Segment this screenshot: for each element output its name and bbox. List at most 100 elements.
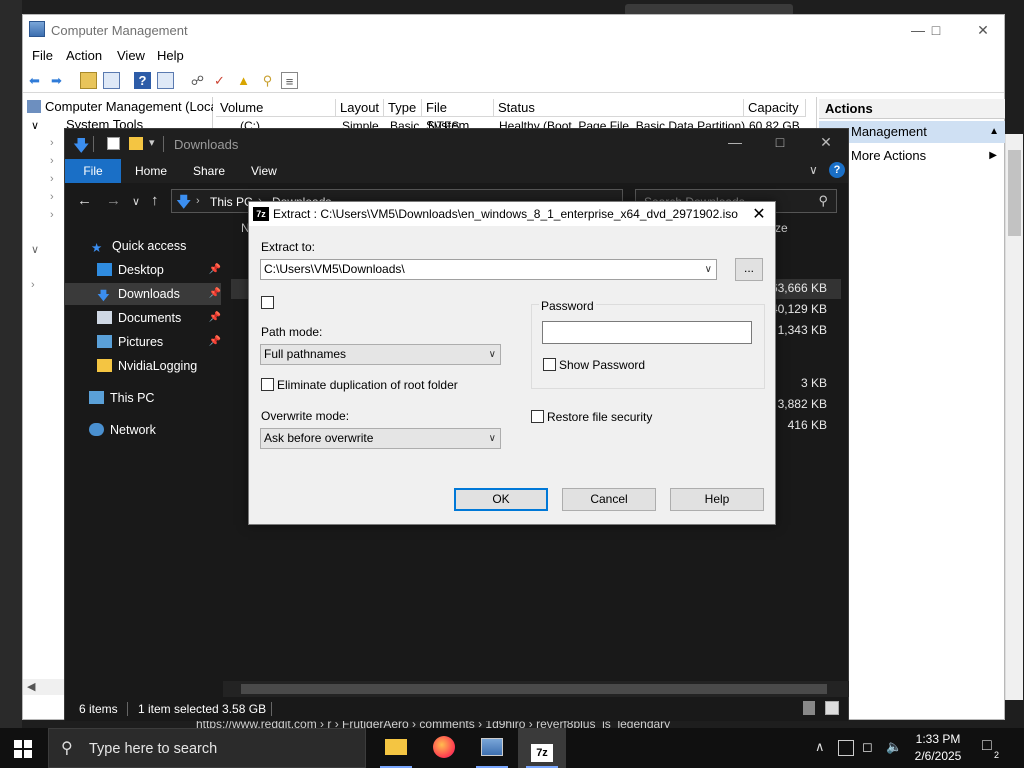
search-icon[interactable]: ⚲: [818, 193, 828, 209]
search-folder-icon[interactable]: ⚲: [259, 72, 276, 89]
menu-file[interactable]: File: [32, 48, 53, 63]
overwrite-mode-select[interactable]: Ask before overwrite ∨: [260, 428, 501, 449]
tree-chevron-icon[interactable]: ›: [31, 279, 35, 291]
help-icon[interactable]: ?: [829, 162, 845, 178]
expand-ribbon-icon[interactable]: ∨: [809, 163, 818, 177]
help-icon[interactable]: ?: [134, 72, 151, 89]
cancel-button[interactable]: Cancel: [562, 488, 656, 511]
nav-nvidialogging[interactable]: NvidiaLogging: [97, 355, 197, 377]
browse-button[interactable]: ...: [735, 258, 763, 281]
tray-chevron-up-icon[interactable]: ∧: [815, 739, 825, 755]
tab-view[interactable]: View: [251, 164, 277, 178]
taskbar-computer-management[interactable]: [468, 728, 516, 768]
close-icon[interactable]: ✕: [968, 19, 998, 41]
col-layout[interactable]: Layout: [336, 99, 384, 117]
menu-view[interactable]: View: [117, 48, 145, 63]
taskbar-firefox[interactable]: [420, 728, 468, 768]
tree-chevron-icon[interactable]: ›: [50, 209, 54, 221]
close-icon[interactable]: ✕: [747, 204, 771, 224]
nav-desktop[interactable]: Desktop 📌: [65, 259, 221, 281]
properties-icon[interactable]: [157, 72, 174, 89]
explorer-title-bar[interactable]: 🡇 ▾ Downloads — □ ✕: [65, 129, 848, 159]
restore-security-checkbox[interactable]: [531, 410, 544, 423]
pin-icon[interactable]: 📌: [209, 331, 221, 353]
tree-expand-icon[interactable]: ∨: [31, 119, 39, 132]
up-folder-icon[interactable]: [80, 72, 97, 89]
volume-muted-icon[interactable]: 🔈: [886, 739, 902, 755]
show-password-label[interactable]: Show Password: [559, 358, 645, 372]
chevron-down-icon[interactable]: ∨: [489, 345, 496, 364]
scrollbar-thumb[interactable]: [241, 684, 827, 694]
list-icon[interactable]: ≡: [281, 72, 298, 89]
maximize-icon[interactable]: □: [765, 134, 795, 150]
cm-vertical-scrollbar[interactable]: [1005, 134, 1023, 700]
col-volume[interactable]: Volume: [216, 99, 336, 117]
nav-this-pc[interactable]: This PC: [89, 387, 154, 409]
scrollbar-thumb[interactable]: [1008, 150, 1021, 236]
tab-file[interactable]: File: [65, 159, 121, 183]
tree-chevron-icon[interactable]: ›: [50, 137, 54, 149]
tree-chevron-icon[interactable]: ›: [50, 191, 54, 203]
forward-arrow-icon[interactable]: →: [106, 192, 121, 209]
nav-pictures[interactable]: Pictures 📌: [65, 331, 221, 353]
taskbar-7zip[interactable]: 7z: [518, 728, 566, 768]
up-arrow-icon[interactable]: ↑: [151, 192, 159, 209]
menu-help[interactable]: Help: [157, 48, 184, 63]
tree-expand-icon[interactable]: ∨: [31, 243, 39, 256]
check-icon[interactable]: ✓: [211, 72, 228, 89]
extract-to-combobox[interactable]: C:\Users\VM5\Downloads\ ∨: [260, 259, 717, 280]
col-size-header[interactable]: ze: [775, 221, 788, 235]
recent-locations-icon[interactable]: ∨: [132, 195, 140, 208]
nav-downloads[interactable]: 🡇 Downloads 📌: [65, 283, 221, 305]
details-view-icon[interactable]: [803, 701, 815, 715]
chevron-down-icon[interactable]: ∨: [489, 429, 496, 448]
large-icons-view-icon[interactable]: [825, 701, 839, 715]
back-arrow-icon[interactable]: ⬅: [26, 72, 43, 89]
pin-icon[interactable]: 📌: [209, 307, 221, 329]
windows-start-icon[interactable]: [14, 740, 32, 758]
file-list-horizontal-scrollbar[interactable]: [223, 681, 849, 697]
back-arrow-icon[interactable]: ←: [77, 192, 92, 209]
path-mode-select[interactable]: Full pathnames ∨: [260, 344, 501, 365]
col-capacity[interactable]: Capacity: [744, 99, 806, 117]
restore-security-label[interactable]: Restore file security: [547, 410, 652, 424]
ok-button[interactable]: OK: [454, 488, 548, 511]
taskbar-clock[interactable]: 1:33 PM 2/6/2025: [906, 731, 970, 765]
tree-chevron-icon[interactable]: ›: [50, 173, 54, 185]
tree-chevron-icon[interactable]: ›: [50, 155, 54, 167]
col-status[interactable]: Status: [494, 99, 744, 117]
minimize-icon[interactable]: —: [720, 134, 750, 150]
breadcrumb-this-pc[interactable]: This PC: [210, 195, 253, 209]
tab-share[interactable]: Share: [193, 164, 225, 178]
taskbar-file-explorer[interactable]: [372, 728, 420, 768]
scroll-left-icon[interactable]: ◀: [27, 680, 35, 693]
show-hide-tree-icon[interactable]: [103, 72, 120, 89]
password-input[interactable]: [542, 321, 752, 344]
maximize-icon[interactable]: □: [921, 19, 951, 41]
col-type[interactable]: Type: [384, 99, 422, 117]
quick-access-dropdown-icon[interactable]: ▾: [149, 136, 155, 149]
help-button[interactable]: Help: [670, 488, 764, 511]
new-folder-icon[interactable]: [129, 137, 143, 150]
connect-icon[interactable]: ☍: [189, 72, 206, 89]
taskbar-search-box[interactable]: ⚲ Type here to search: [48, 728, 366, 768]
pin-icon[interactable]: 📌: [209, 283, 221, 305]
eliminate-duplication-label[interactable]: Eliminate duplication of root folder: [277, 378, 458, 392]
nav-network[interactable]: Network: [89, 419, 156, 441]
close-icon[interactable]: ✕: [811, 134, 841, 151]
menu-action[interactable]: Action: [66, 48, 102, 63]
collapse-up-icon[interactable]: ▲: [989, 121, 999, 143]
tab-home[interactable]: Home: [135, 164, 167, 178]
forward-arrow-icon[interactable]: ➡: [48, 72, 65, 89]
tray-app-icon[interactable]: [838, 740, 854, 756]
nav-documents[interactable]: Documents 📌: [65, 307, 221, 329]
nav-quick-access[interactable]: ★ Quick access: [91, 235, 186, 257]
eliminate-duplication-checkbox[interactable]: [261, 378, 274, 391]
unnamed-checkbox[interactable]: [261, 296, 274, 309]
pin-icon[interactable]: 📌: [209, 259, 221, 281]
chevron-down-icon[interactable]: ∨: [705, 260, 712, 279]
dialog-title-bar[interactable]: 7z Extract : C:\Users\VM5\Downloads\en_w…: [249, 202, 775, 226]
show-password-checkbox[interactable]: [543, 358, 556, 371]
tree-root-item[interactable]: Computer Management (Local: [27, 99, 213, 114]
notification-center-icon[interactable]: □: [982, 737, 992, 755]
